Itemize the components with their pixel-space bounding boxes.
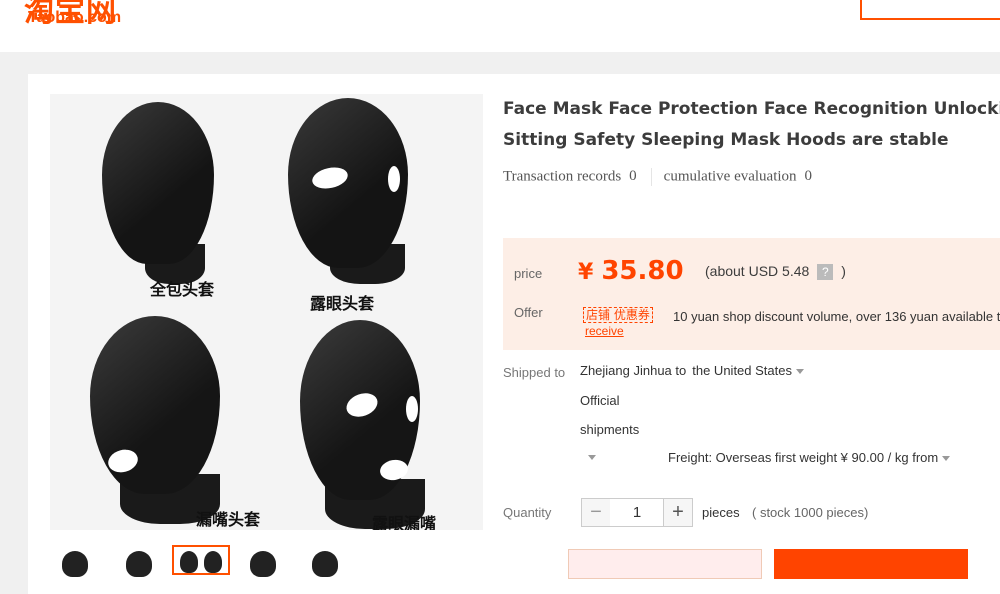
shipping-destination[interactable]: the United States bbox=[692, 363, 792, 378]
thumbnail[interactable] bbox=[126, 551, 152, 577]
caption-open-eye: 露眼头套 bbox=[310, 294, 375, 313]
chevron-down-icon[interactable] bbox=[942, 456, 951, 462]
usd-conversion: (about USD 5.48?) bbox=[705, 263, 846, 281]
shipping-origin: Zhejiang Jinhua to bbox=[580, 363, 687, 378]
thumbnail[interactable] bbox=[250, 551, 276, 577]
transaction-count: 0 bbox=[629, 168, 637, 185]
eye-hole bbox=[406, 396, 418, 422]
help-icon[interactable]: ? bbox=[817, 264, 834, 281]
product-title-line: Sitting Safety Sleeping Mask Hoods are s… bbox=[503, 130, 949, 150]
top-header: 淘宝网 Taobao.com bbox=[0, 0, 1000, 52]
currency-symbol: ¥ bbox=[578, 260, 594, 285]
caption-open-mouth: 漏嘴头套 bbox=[196, 510, 261, 529]
quantity-decrease-button[interactable]: − bbox=[581, 498, 611, 527]
taobao-logo-text[interactable]: Taobao.com bbox=[28, 9, 121, 27]
freight-text: Freight: Overseas first weight ¥ 90.00 /… bbox=[668, 450, 939, 465]
evaluation-count: 0 bbox=[804, 168, 813, 185]
eye-hole bbox=[388, 166, 400, 192]
thumbnail[interactable] bbox=[312, 551, 338, 577]
offer-label: Offer bbox=[514, 305, 543, 320]
receive-coupon-link[interactable]: receive bbox=[585, 324, 624, 338]
shipping-service-cont: shipments bbox=[580, 422, 640, 437]
product-title: Face Mask Face Protection Face Recogniti… bbox=[503, 94, 1000, 156]
caption-eyes-mouth: 露眼漏嘴 bbox=[372, 514, 437, 530]
shipping-service: Official bbox=[580, 393, 620, 408]
full-hood-mask bbox=[102, 102, 214, 264]
product-stats: Transaction records 0 cumulative evaluatio… bbox=[503, 168, 812, 186]
buy-now-button[interactable] bbox=[568, 549, 762, 579]
product-title-line: Face Mask Face Protection Face Recogniti… bbox=[503, 99, 1000, 119]
usd-conversion-text: (about USD 5.48 bbox=[705, 263, 810, 279]
freight-info[interactable]: Freight: Overseas first weight ¥ 90.00 /… bbox=[668, 450, 951, 465]
price-panel: price ¥35.80 (about USD 5.48?) Offer 店铺 … bbox=[503, 238, 1000, 350]
shipping-route: Zhejiang Jinhua to the United States bbox=[580, 363, 804, 378]
price-amount: 35.80 bbox=[601, 256, 684, 286]
coupon-description: 10 yuan shop discount volume, over 136 y… bbox=[673, 309, 1000, 324]
shipped-to-label: Shipped to bbox=[503, 365, 566, 380]
caption-full-hood: 全包头套 bbox=[150, 280, 215, 299]
price-value: ¥35.80 bbox=[578, 256, 684, 286]
product-main-image[interactable]: 全包头套 露眼头套 漏嘴头套 露眼漏嘴 bbox=[50, 94, 483, 530]
usd-conversion-close: ) bbox=[841, 263, 846, 279]
quantity-input[interactable]: 1 bbox=[610, 498, 664, 527]
search-box[interactable] bbox=[860, 0, 1000, 20]
cumulative-evaluation-label[interactable]: cumulative evaluation bbox=[664, 168, 797, 184]
thumbnail-selected[interactable] bbox=[172, 545, 230, 575]
thumbnail-strip bbox=[50, 545, 370, 577]
thumbnail[interactable] bbox=[62, 551, 88, 577]
chevron-down-icon[interactable] bbox=[588, 455, 596, 460]
price-label: price bbox=[514, 266, 543, 281]
quantity-increase-button[interactable]: + bbox=[663, 498, 693, 527]
add-to-cart-button[interactable] bbox=[774, 549, 968, 579]
divider bbox=[650, 168, 652, 186]
quantity-unit: pieces bbox=[702, 505, 740, 520]
chevron-down-icon[interactable] bbox=[795, 369, 804, 375]
stock-info: ( stock 1000 pieces) bbox=[752, 505, 869, 520]
transaction-records-label[interactable]: Transaction records bbox=[503, 168, 621, 184]
thumbnail-mask bbox=[204, 551, 222, 573]
shop-coupon-tag: 店铺 优惠券 bbox=[583, 307, 653, 323]
quantity-label: Quantity bbox=[503, 505, 552, 520]
thumbnail-mask bbox=[180, 551, 198, 573]
